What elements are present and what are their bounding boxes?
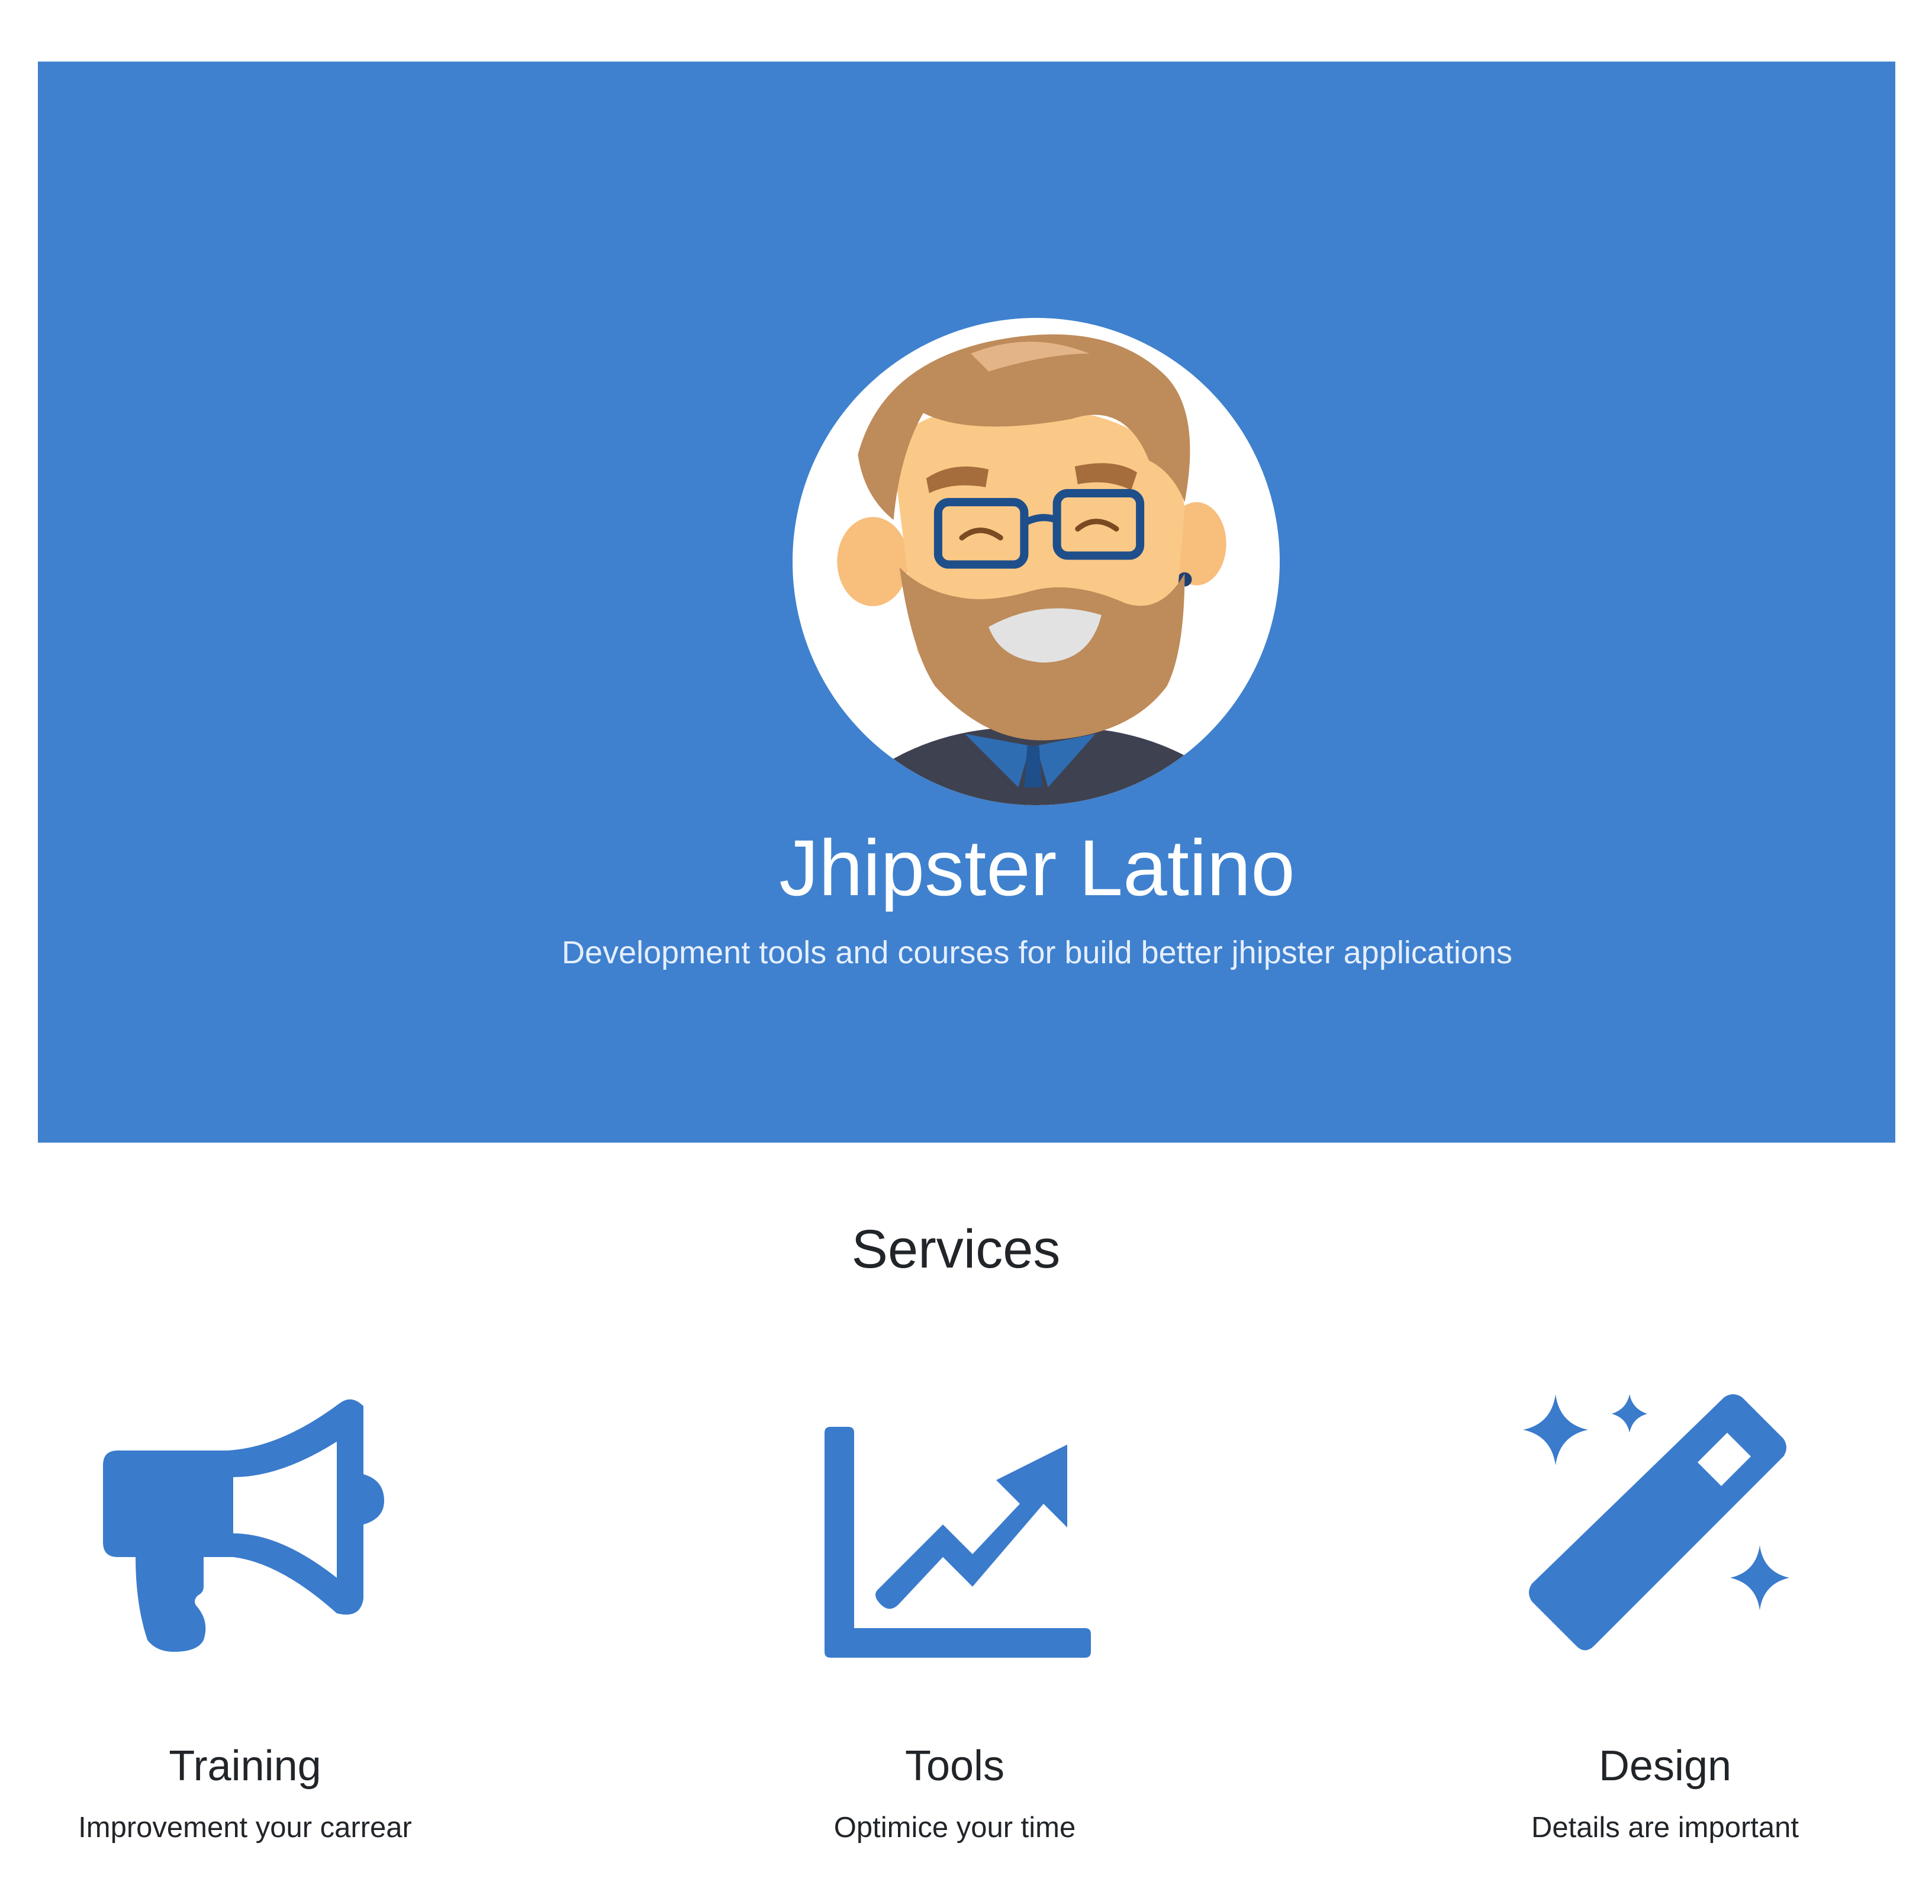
service-description: Details are important	[1531, 1812, 1799, 1844]
hero-subtitle: Development tools and courses for build …	[562, 935, 1512, 970]
service-label: Training	[169, 1742, 321, 1790]
services-heading: Services	[851, 1219, 1061, 1279]
magic-wand-icon	[1511, 1391, 1819, 1675]
service-description: Improvement your carrear	[78, 1812, 412, 1844]
hipster-avatar	[793, 318, 1280, 805]
chart-line-icon	[801, 1391, 1109, 1675]
hero-title: Jhipster Latino	[779, 824, 1295, 912]
megaphone-icon	[91, 1391, 399, 1675]
service-description: Optimice your time	[833, 1812, 1076, 1844]
service-label: Tools	[904, 1742, 1005, 1790]
hero-banner: Jhipster Latino Development tools and co…	[38, 62, 1895, 1143]
service-label: Design	[1598, 1742, 1732, 1790]
page: Jhipster Latino Development tools and co…	[0, 0, 1932, 1904]
